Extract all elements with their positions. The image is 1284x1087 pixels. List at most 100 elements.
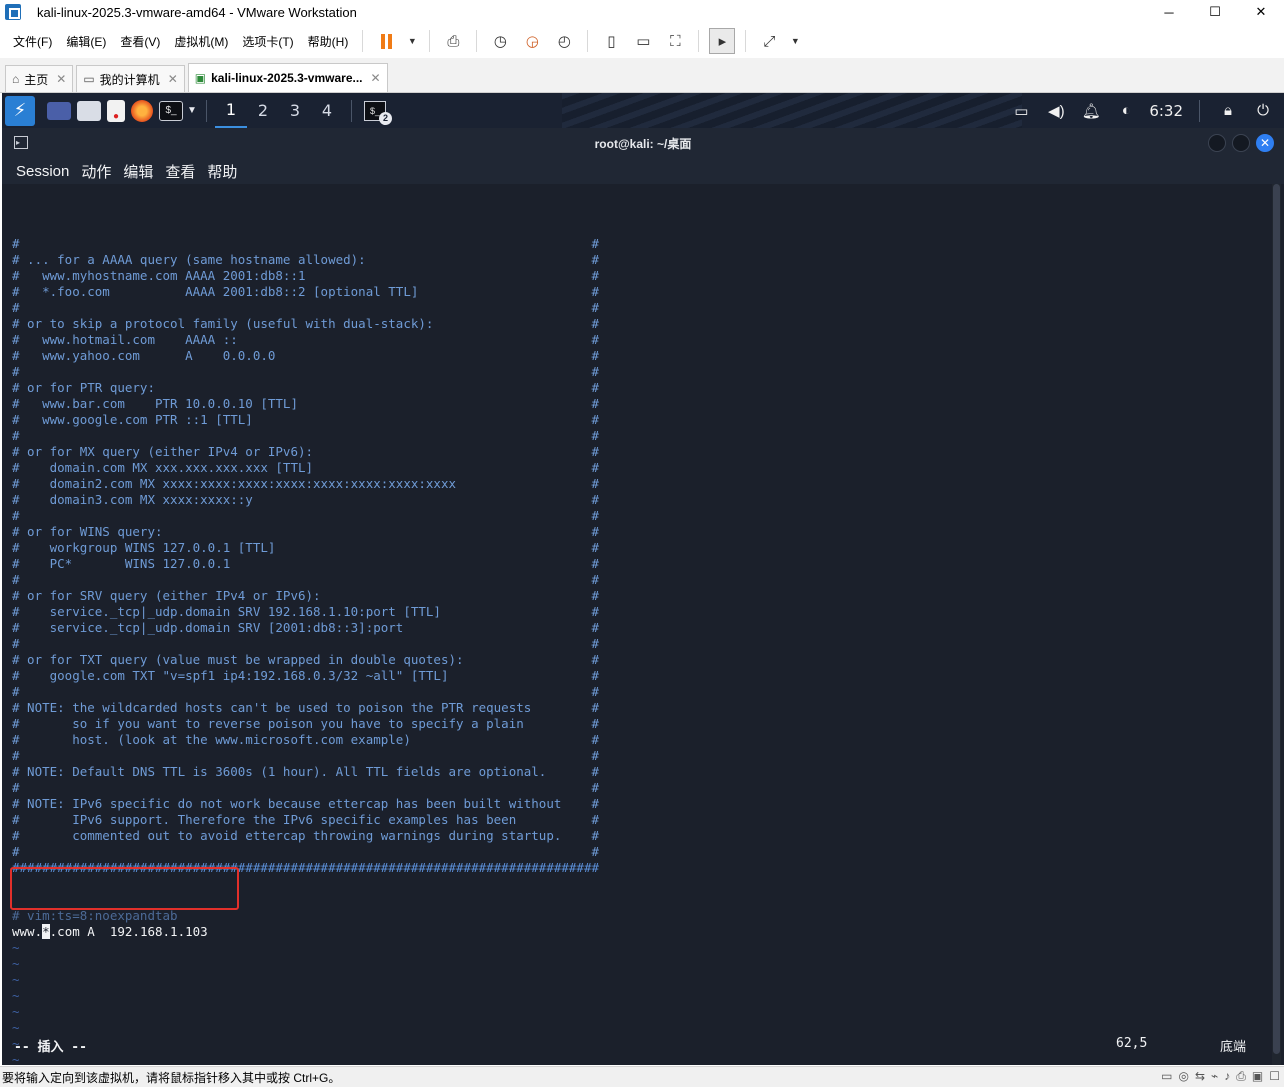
- kali-menu-icon[interactable]: ⚡: [5, 95, 35, 126]
- vim-line: # or for WINS query: #: [12, 524, 599, 539]
- tab-label: kali-linux-2025.3-vmware...: [211, 71, 363, 85]
- vim-edited-line[interactable]: www.*.com A 192.168.1.103: [12, 924, 599, 940]
- volume-icon[interactable]: ◀): [1041, 102, 1071, 120]
- menu-session[interactable]: Session: [16, 163, 69, 180]
- menu-file[interactable]: 文件(F): [6, 33, 59, 50]
- menu-view[interactable]: 查看(V): [113, 33, 167, 50]
- vim-line: # #: [12, 684, 599, 699]
- power-dropdown-icon[interactable]: ▼: [405, 28, 419, 54]
- file-manager-icon[interactable]: [77, 100, 101, 121]
- vim-empty-line: ~: [12, 1020, 20, 1035]
- panel-separator: [206, 99, 207, 122]
- panel-clock[interactable]: 6:32: [1149, 102, 1183, 120]
- send-keys-icon[interactable]: ⎙: [440, 28, 466, 54]
- menu-view[interactable]: 查看: [165, 161, 195, 182]
- toolbar-separator: [698, 30, 700, 52]
- message-log-icon[interactable]: ☐: [1269, 1069, 1280, 1084]
- vmware-menubar: 文件(F) 编辑(E) 查看(V) 虚拟机(M) 选项卡(T) 帮助(H) ▼ …: [0, 24, 1284, 58]
- menu-action[interactable]: 动作: [81, 161, 111, 182]
- close-icon[interactable]: ✕: [168, 72, 178, 86]
- text-editor-icon[interactable]: ●: [107, 99, 125, 122]
- vim-cursor-position: 62,5: [1116, 1036, 1148, 1051]
- vim-line: # #: [12, 428, 599, 443]
- firefox-icon[interactable]: [131, 99, 153, 122]
- stretch-icon[interactable]: ⤢: [756, 28, 782, 54]
- vim-line: # domain.com MX xxx.xxx.xxx.xxx [TTL] #: [12, 460, 599, 475]
- terminal-icon[interactable]: $_: [159, 100, 183, 121]
- terminal-body[interactable]: # # # ... for a AAAA query (same hostname…: [2, 184, 1284, 1083]
- vim-line: # *.foo.com AAAA 2001:db8::2 [optional T…: [12, 284, 599, 299]
- workspace-4[interactable]: 4: [311, 93, 343, 128]
- vim-line: # or for TXT query (value must be wrappe…: [12, 652, 599, 667]
- logout-icon[interactable]: ⏻: [1248, 102, 1278, 119]
- terminal-title: root@kali: ~/桌面: [594, 136, 692, 151]
- console-view-icon[interactable]: ▸: [709, 28, 736, 54]
- sound-card-icon[interactable]: ♪: [1224, 1069, 1230, 1084]
- tab-home[interactable]: ⌂ 主页 ✕: [5, 65, 74, 92]
- thumbnail-view-icon[interactable]: ▭: [630, 28, 656, 54]
- pause-button[interactable]: [373, 28, 399, 54]
- terminal-title-bar: ▸ root@kali: ~/桌面 ✕: [2, 128, 1284, 158]
- fullscreen-icon[interactable]: ⛶: [662, 28, 688, 54]
- taskbar-terminal-button[interactable]: $_ 2: [360, 93, 392, 128]
- toolbar-separator: [745, 30, 747, 52]
- cd-drive-icon[interactable]: ◎: [1179, 1069, 1189, 1084]
- notification-bell-icon[interactable]: 🔔︎: [1076, 102, 1106, 120]
- snapshot-manager-icon[interactable]: ◴: [551, 28, 577, 54]
- network-icon[interactable]: ▭: [1006, 102, 1036, 120]
- maximize-button[interactable]: ☐: [1192, 0, 1238, 24]
- vim-empty-line: ~: [12, 972, 20, 987]
- menu-edit[interactable]: 编辑: [123, 161, 153, 182]
- vim-line: # #: [12, 508, 599, 523]
- printer-icon[interactable]: ⎙: [1236, 1069, 1246, 1084]
- vim-empty-line: ~: [12, 956, 20, 971]
- minimize-button[interactable]: ─: [1146, 0, 1192, 24]
- vim-empty-line: ~: [12, 1036, 20, 1051]
- menu-tabs[interactable]: 选项卡(T): [235, 33, 300, 50]
- menu-edit[interactable]: 编辑(E): [59, 33, 113, 50]
- workspace-2[interactable]: 2: [247, 93, 279, 128]
- scrollbar-thumb[interactable]: [1273, 184, 1280, 1054]
- menu-help[interactable]: 帮助(H): [301, 33, 356, 50]
- computer-icon: ▭: [83, 72, 95, 86]
- vim-line: # commented out to avoid ettercap throwi…: [12, 828, 599, 843]
- vim-line: # PC* WINS 127.0.0.1 #: [12, 556, 599, 571]
- revert-snapshot-icon[interactable]: ◶: [519, 28, 545, 54]
- display-icon[interactable]: ▣: [1252, 1069, 1263, 1084]
- show-desktop-icon[interactable]: [47, 101, 71, 120]
- chevron-down-icon[interactable]: ▼: [186, 98, 198, 124]
- library-view-icon[interactable]: ▯: [598, 28, 624, 54]
- stretch-dropdown-icon[interactable]: ▼: [788, 28, 802, 54]
- workspace-1[interactable]: 1: [215, 93, 247, 128]
- vim-line: # www.bar.com PTR 10.0.0.10 [TTL] #: [12, 396, 599, 411]
- window-title: kali-linux-2025.3-vmware-amd64 - VMware …: [37, 4, 357, 20]
- close-button[interactable]: ✕: [1256, 134, 1274, 152]
- power-manager-icon[interactable]: ◐: [1111, 102, 1141, 119]
- window-count-badge: 2: [379, 112, 392, 125]
- minimize-button[interactable]: [1208, 134, 1226, 152]
- vim-line: # www.yahoo.com A 0.0.0.0 #: [12, 348, 599, 363]
- close-button[interactable]: ✕: [1238, 0, 1284, 24]
- vim-line: # www.hotmail.com AAAA :: #: [12, 332, 599, 347]
- terminal-icon: ▸: [14, 136, 28, 149]
- vm-icon: ▣: [194, 71, 207, 85]
- vim-line: # domain3.com MX xxxx:xxxx::y #: [12, 492, 599, 507]
- vim-buffer[interactable]: # # # ... for a AAAA query (same hostname…: [12, 188, 599, 1084]
- close-icon[interactable]: ✕: [56, 72, 66, 86]
- menu-help[interactable]: 帮助: [207, 161, 237, 182]
- tab-my-computer[interactable]: ▭ 我的计算机 ✕: [76, 65, 185, 92]
- network-adapter-icon[interactable]: ⇆: [1195, 1069, 1205, 1084]
- highlight-box: [10, 867, 239, 910]
- terminal-menubar: Session 动作 编辑 查看 帮助: [2, 158, 1284, 184]
- hard-disk-icon[interactable]: ▭: [1161, 1069, 1172, 1084]
- maximize-button[interactable]: [1232, 134, 1250, 152]
- close-icon[interactable]: ✕: [371, 71, 381, 85]
- scrollbar[interactable]: [1272, 184, 1281, 1065]
- menu-vm[interactable]: 虚拟机(M): [167, 33, 235, 50]
- workspace-3[interactable]: 3: [279, 93, 311, 128]
- status-message: 要将输入定向到该虚拟机，请将鼠标指针移入其中或按 Ctrl+G。: [2, 1070, 341, 1085]
- snapshot-icon[interactable]: ◷: [487, 28, 513, 54]
- lock-icon[interactable]: 🔒︎: [1213, 102, 1243, 119]
- usb-icon[interactable]: ⌁: [1211, 1069, 1218, 1084]
- tab-kali-vm[interactable]: ▣ kali-linux-2025.3-vmware... ✕: [187, 63, 388, 92]
